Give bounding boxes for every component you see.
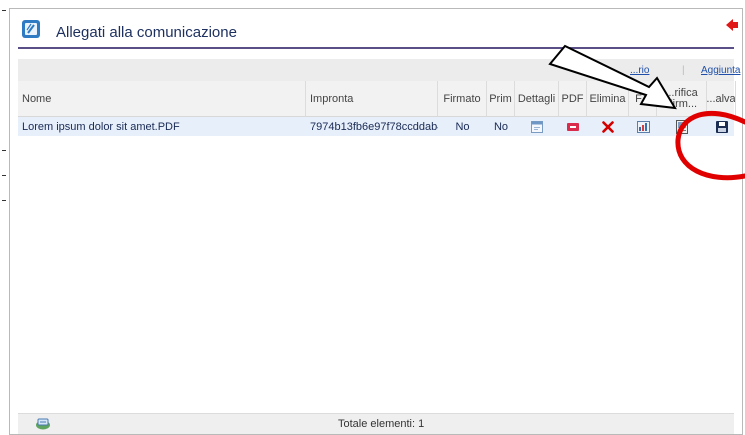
cell-firmato: No [455, 120, 470, 133]
cell-nome: Lorem ipsum dolor sit amet.PDF [22, 120, 180, 133]
title-divider [18, 47, 734, 49]
column-header-pdf[interactable]: PDF [559, 81, 587, 116]
grid-header: Nome Impronta Firmato Prim Dettagli PDF … [18, 81, 736, 117]
cell-prim: No [493, 120, 509, 133]
dialog-title: Allegati alla comunicazione [56, 24, 237, 41]
toolbar-link-left[interactable]: ...rio [630, 65, 649, 76]
paperclip-document-icon [20, 18, 42, 40]
column-header-verifica-line2: Firm... [665, 97, 698, 110]
chart-icon[interactable] [629, 117, 657, 136]
verify-signature-icon[interactable] [657, 117, 707, 136]
close-arrow-icon[interactable] [725, 18, 739, 32]
toolbar-separator: | [682, 65, 685, 76]
calendar-details-icon[interactable] [515, 117, 559, 136]
column-header-verifica-line1: ...rifica [665, 86, 698, 99]
column-header-verifica-firma[interactable]: ...rifica Firm... [657, 81, 707, 116]
cell-impronta: 7974b13fb6e97f78ccddab48 [310, 120, 438, 133]
dialog-title-bar: Allegati alla comunicazione [10, 9, 742, 47]
grid-footer: Totale elementi: 1 [18, 413, 734, 434]
add-attachment-link[interactable]: Aggiunta [701, 65, 740, 76]
delete-x-icon[interactable] [587, 117, 629, 136]
table-row[interactable]: Lorem ipsum dolor sit amet.PDF 7974b13fb… [18, 117, 734, 136]
column-header-firmato[interactable]: Firmato [438, 81, 487, 116]
toolbar: ...rio | Aggiunta [18, 59, 740, 81]
column-header-elimina[interactable]: Elimina [587, 81, 629, 116]
column-header-dettagli[interactable]: Dettagli [515, 81, 559, 116]
column-header-f[interactable]: F... [629, 81, 657, 116]
background-window-edge [0, 0, 9, 435]
total-elements-label: Totale elementi: 1 [338, 418, 425, 430]
column-header-prim[interactable]: Prim [487, 81, 515, 116]
column-header-nome[interactable]: Nome [18, 81, 306, 116]
attachments-dialog: Allegati alla comunicazione ...rio | Agg… [9, 8, 743, 435]
column-header-impronta[interactable]: Impronta [306, 81, 438, 116]
refresh-icon[interactable] [34, 416, 52, 432]
column-header-salva[interactable]: ...alva [707, 81, 736, 116]
save-floppy-icon[interactable] [707, 117, 736, 136]
pdf-icon[interactable] [559, 117, 587, 136]
